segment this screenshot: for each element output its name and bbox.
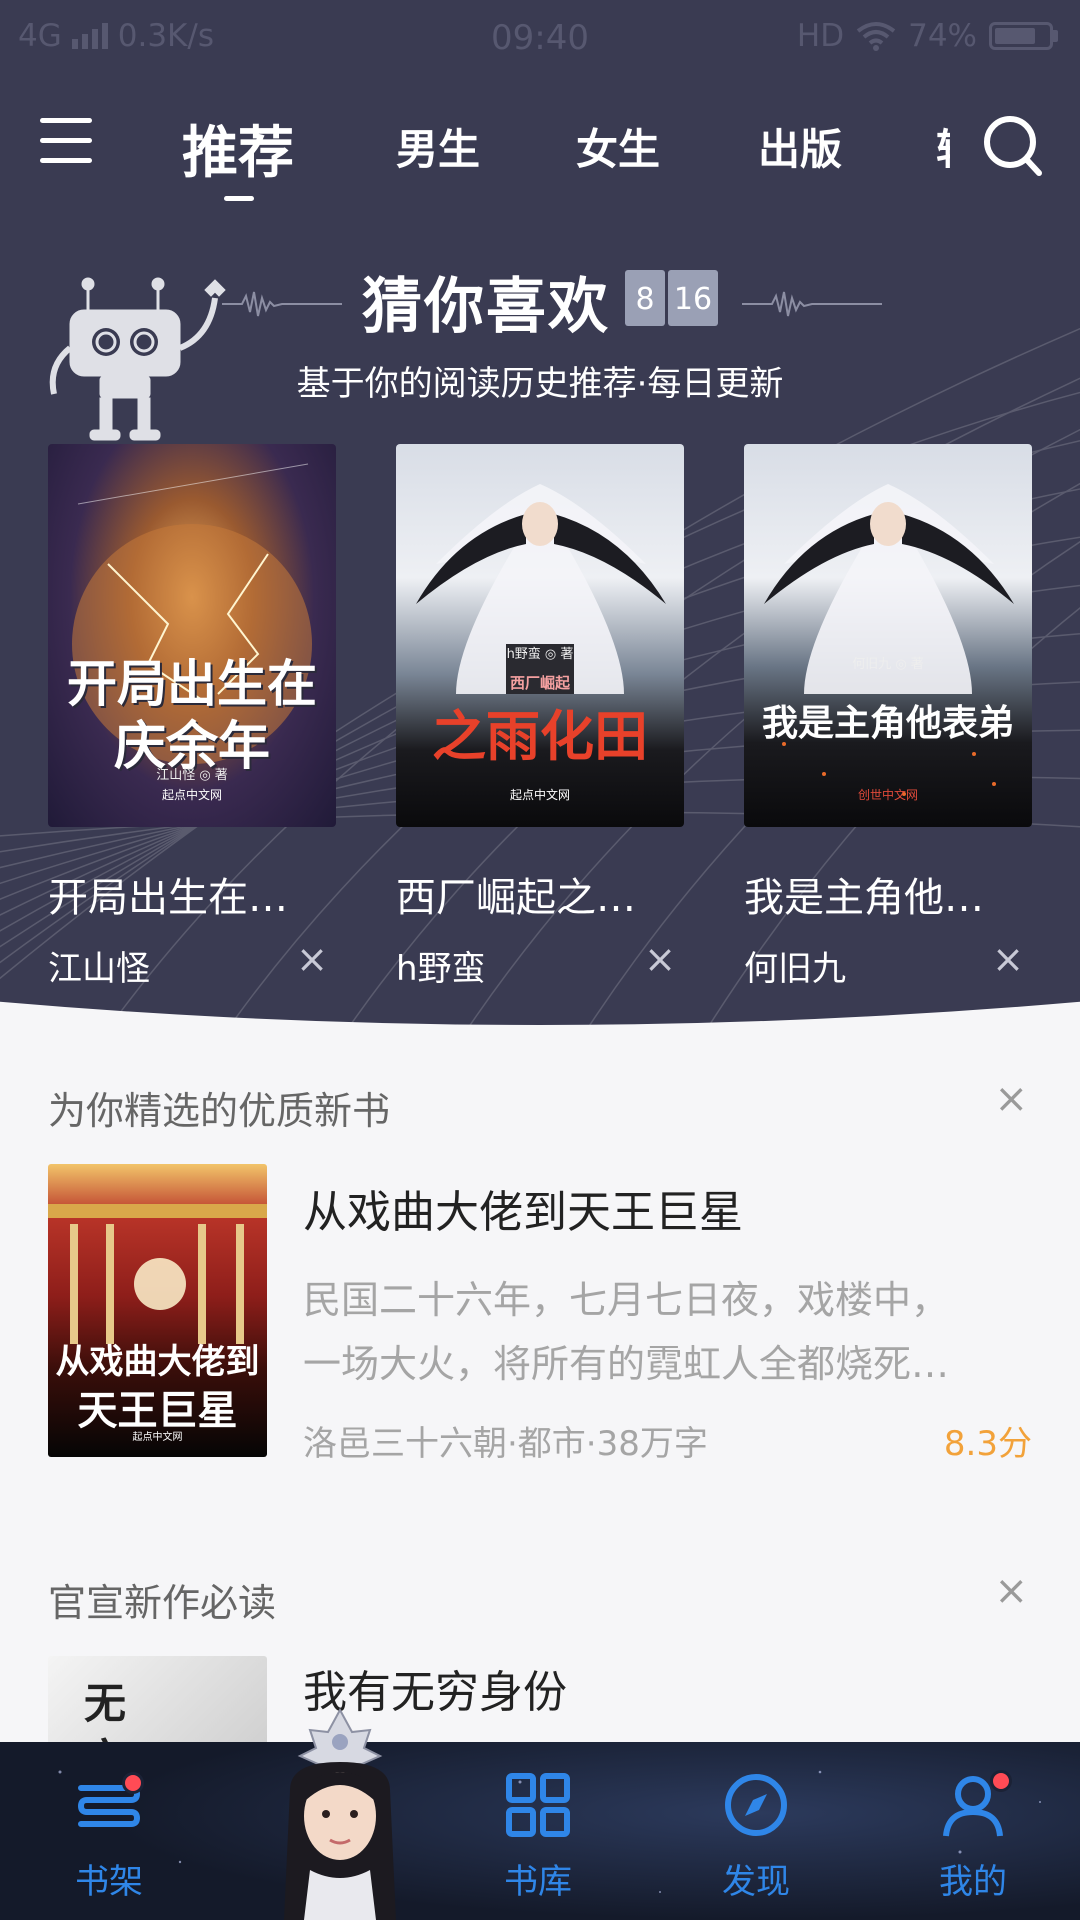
cover-title: 我是主角他表弟 xyxy=(761,703,1014,744)
notification-dot xyxy=(122,1772,144,1794)
cover-publisher: 创世中文网 xyxy=(857,788,918,802)
wifi-icon xyxy=(856,22,896,51)
nav-profile[interactable]: 我的 xyxy=(898,1770,1048,1903)
section-heading-featured: 为你精选的优质新书 xyxy=(48,1089,391,1133)
featured-book[interactable]: 从戏曲大佬到 天王巨星 起点中文网 从戏曲大佬到天王巨星 民国二十六年，七月七日… xyxy=(48,1164,1032,1464)
promo-character-icon[interactable] xyxy=(250,1700,430,1920)
tab-female[interactable]: 女生 xyxy=(576,116,660,177)
cover-title: 之雨化田 xyxy=(432,705,648,768)
battery-icon xyxy=(989,22,1053,50)
rec-book-card[interactable]: 开局出生在 庆余年 江山怪 ◎ 著 起点中文网 开局出生在… 江山怪 × xyxy=(48,444,336,990)
book-title[interactable]: 西厂崛起之… xyxy=(396,865,684,923)
book-score: 8.3分 xyxy=(943,1424,1032,1464)
book-title[interactable]: 开局出生在… xyxy=(48,865,336,923)
nav-discover[interactable]: 发现 xyxy=(681,1770,831,1903)
book-description-line: 一场大火，将所有的霓虹人全都烧死… xyxy=(303,1342,950,1386)
notification-dot xyxy=(990,1770,1012,1792)
date-day: 16 xyxy=(668,270,718,326)
compass-icon xyxy=(725,1774,787,1836)
wave-left-icon xyxy=(222,291,342,317)
top-nav: 推荐 男生 女生 出版 轻 xyxy=(0,96,1080,201)
book-cover[interactable]: 无穷 xyxy=(48,1656,267,1756)
cover-art xyxy=(764,484,1014,796)
book-cover[interactable]: 西厂崛起 之雨化田 h野蛮 ◎ 著 起点中文网 xyxy=(396,444,684,827)
date-badge: 8 16 xyxy=(625,270,718,326)
section-heading-official: 官宣新作必读 xyxy=(48,1581,277,1625)
book-author: 何旧九 xyxy=(744,949,846,989)
hd-indicator: HD xyxy=(796,18,845,54)
cover-publisher: 起点中文网 xyxy=(132,1432,183,1443)
book-description-line: 民国二十六年，七月七日夜，戏楼中， xyxy=(303,1278,950,1322)
book-author: 江山怪 xyxy=(48,949,150,989)
bottom-tab-bar: 书架 书库 发现 我的 xyxy=(0,1742,1080,1920)
guess-title: 猜你喜欢 xyxy=(362,272,610,342)
grid-icon xyxy=(506,1773,570,1837)
app-screen: 4G 0.3K/s 09:40 HD 74% 推荐 男生 女生 出版 轻 xyxy=(0,0,1080,1920)
cover-author: 江山怪 ◎ 著 xyxy=(156,768,228,783)
nav-label: 发现 xyxy=(722,1862,790,1902)
nav-label: 书库 xyxy=(504,1862,572,1902)
wave-right-icon xyxy=(742,291,882,317)
book-cover[interactable]: 何旧九 ◎ 著 我是主角他表弟 创世中文网 xyxy=(744,444,1032,827)
book-cover[interactable]: 从戏曲大佬到 天王巨星 起点中文网 xyxy=(48,1164,267,1457)
book-title[interactable]: 从戏曲大佬到天王巨星 xyxy=(303,1176,743,1240)
nav-label: 我的 xyxy=(939,1862,1007,1902)
tab-partial[interactable]: 轻 xyxy=(936,116,950,177)
date-month: 8 xyxy=(625,270,665,326)
cover-title: 从戏曲大佬到 xyxy=(55,1342,260,1382)
menu-button[interactable] xyxy=(40,118,92,168)
cover-publisher: 起点中文网 xyxy=(509,788,570,802)
close-icon[interactable]: × xyxy=(296,937,328,981)
guess-subtitle: 基于你的阅读历史推荐·每日更新 xyxy=(296,364,784,404)
book-description: 民国二十六年，七月七日夜，戏楼中， 一场大火，将所有的霓虹人全都烧死… xyxy=(303,1268,1027,1396)
battery-percent: 74% xyxy=(908,18,977,54)
cover-author: h野蛮 ◎ 著 xyxy=(506,647,574,662)
rec-book-card[interactable]: 何旧九 ◎ 著 我是主角他表弟 创世中文网 我是主角他… 何旧九 × xyxy=(744,444,1032,990)
status-bar: 4G 0.3K/s 09:40 HD 74% xyxy=(0,0,1080,76)
book-meta: 洛邑三十六朝·都市·38万字 xyxy=(303,1424,708,1464)
nav-library[interactable]: 书库 xyxy=(463,1770,613,1903)
header-curve xyxy=(0,1001,1080,1035)
close-icon[interactable]: × xyxy=(992,937,1024,981)
recommend-header: 4G 0.3K/s 09:40 HD 74% 推荐 男生 女生 出版 轻 xyxy=(0,0,1080,1035)
search-icon[interactable] xyxy=(982,114,1044,180)
book-title[interactable]: 我是主角他… xyxy=(744,865,1032,923)
book-cover[interactable]: 开局出生在 庆余年 江山怪 ◎ 著 起点中文网 xyxy=(48,444,336,827)
nav-bookshelf[interactable]: 书架 xyxy=(34,1770,184,1903)
book-author: h野蛮 xyxy=(396,949,486,989)
tab-publish[interactable]: 出版 xyxy=(758,116,842,177)
close-icon[interactable]: × xyxy=(644,937,676,981)
rec-book-card[interactable]: 西厂崛起 之雨化田 h野蛮 ◎ 著 起点中文网 西厂崛起之… h野蛮 × xyxy=(396,444,684,990)
cover-author: 何旧九 ◎ 著 xyxy=(852,657,924,672)
close-icon[interactable]: × xyxy=(994,1076,1028,1122)
cover-publisher: 起点中文网 xyxy=(161,788,222,802)
cover-subtitle: 西厂崛起 xyxy=(509,674,570,692)
tab-recommend[interactable]: 推荐 xyxy=(182,108,294,201)
nav-label: 书架 xyxy=(75,1862,143,1902)
tab-male[interactable]: 男生 xyxy=(396,116,480,177)
close-icon[interactable]: × xyxy=(994,1568,1028,1614)
